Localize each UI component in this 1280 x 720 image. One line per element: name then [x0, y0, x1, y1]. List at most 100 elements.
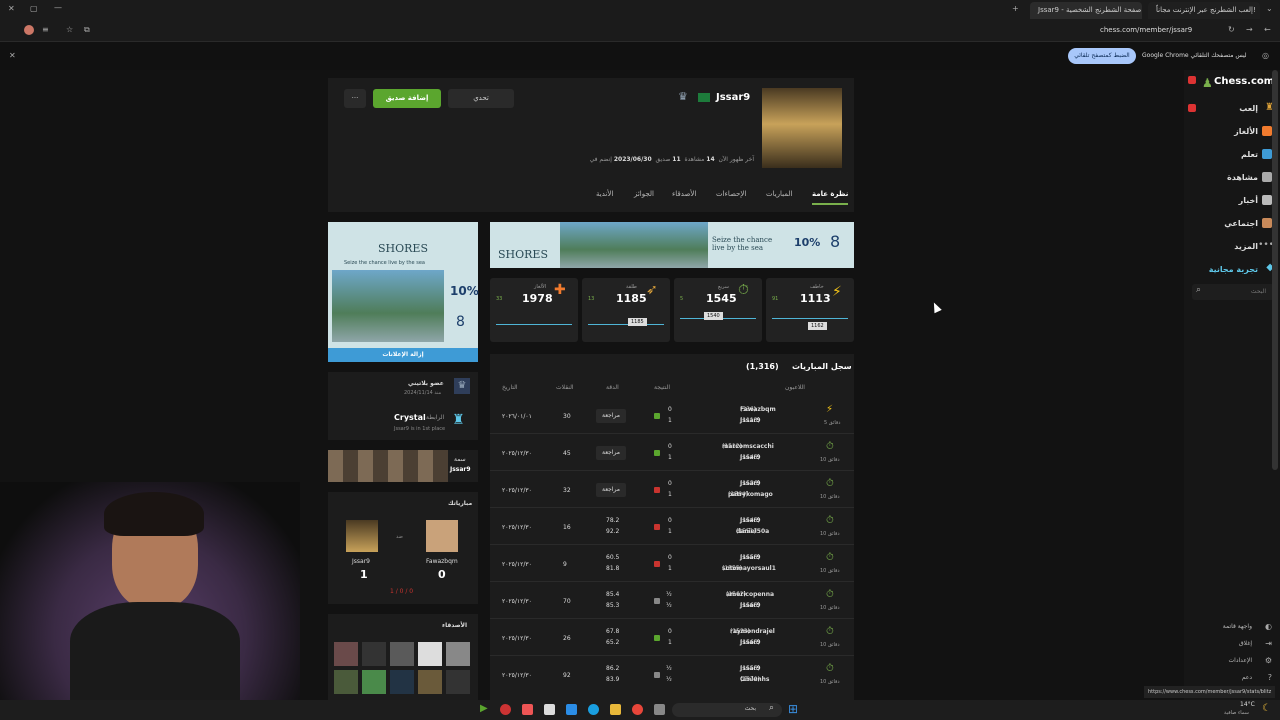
sidebar-item-more[interactable]: المزيد — [1234, 242, 1258, 251]
collapse-button[interactable]: إغلاق — [1239, 640, 1252, 647]
profile-avatar-icon[interactable] — [24, 25, 34, 35]
tab-overview[interactable]: نظرة عامة — [812, 190, 849, 205]
chess-logo[interactable]: Chess.com — [1214, 76, 1274, 87]
app-icon[interactable] — [500, 704, 511, 715]
table-row[interactable]: ⏱ 10 دقائق (1555) Jssar9 (1570) Ginlenhs… — [490, 657, 854, 693]
restore-icon[interactable]: ▢ — [30, 4, 38, 13]
review-button[interactable]: مراجعة — [596, 446, 626, 460]
add-friend-button[interactable]: إضافة صديق — [373, 89, 441, 108]
sidebar-item-puzzles[interactable]: الألغاز — [1234, 127, 1258, 136]
brave-icon[interactable] — [522, 704, 533, 715]
table-row[interactable]: ⏱ 10 دقائق (1555) Jssar9 (1555) sotomayo… — [490, 546, 854, 582]
sidebar-item-social[interactable]: اجتماعي — [1224, 219, 1258, 228]
banner-ad-pct: 10% — [794, 236, 821, 249]
friend-avatar[interactable] — [390, 642, 414, 666]
player-name: Jssar9 — [352, 558, 370, 565]
rating-card-rapid[interactable]: سريع 1545 5 ⏱ 1540 — [674, 278, 762, 342]
table-row[interactable]: ⏱ 10 دقائق (1536) Jssar9 (1564) patrykom… — [490, 472, 854, 508]
opponent-avatar — [426, 520, 458, 552]
sidebar-search[interactable]: ⌕ البحث — [1192, 284, 1274, 300]
table-row[interactable]: ⏱ 10 دقائق (1523) raymondrajel (1565) Js… — [490, 620, 854, 656]
tab-profile[interactable]: Jssar9 - صفحة الشطرنج الشخصية — [1030, 2, 1142, 19]
friend-avatar[interactable] — [446, 642, 470, 666]
sidebar-item-learn[interactable]: تعلم — [1241, 150, 1258, 159]
theme-panel[interactable]: سمة Jssar9 — [328, 450, 478, 482]
collapse-icon: ⇥ — [1265, 639, 1272, 648]
friend-avatar[interactable] — [334, 642, 358, 666]
rating-card-bullet[interactable]: طلقة 1185 13 ➶ 1185 — [582, 278, 670, 342]
tab-search-icon[interactable]: ⌄ — [1266, 4, 1273, 13]
settings-link[interactable]: الإعدادات — [1229, 657, 1252, 664]
your-match-panel[interactable]: مبارياتك ضد Jssar9 Fawazbqm 1 0 1 / 0 / … — [328, 492, 478, 604]
sidebar-item-watch[interactable]: مشاهدة — [1227, 173, 1258, 182]
app-icon[interactable] — [654, 704, 665, 715]
friend-avatar[interactable] — [418, 642, 442, 666]
windows-start-icon[interactable]: ⊞ — [788, 702, 798, 716]
table-row[interactable]: ⏱ 10 دقائق (1562) americopenna (1565) Js… — [490, 583, 854, 619]
tab-games[interactable]: المباريات — [766, 190, 792, 198]
reload-icon[interactable]: ↻ — [1228, 25, 1235, 34]
player-avatar — [346, 520, 378, 552]
gear-icon: ⚙ — [1264, 656, 1272, 665]
share-icon[interactable]: ⧉ — [84, 25, 90, 35]
last-seen: آخر ظهور الآن — [718, 156, 754, 163]
infobar-close-icon[interactable]: ✕ — [9, 51, 16, 60]
app-icon[interactable] — [566, 704, 577, 715]
star-icon[interactable]: ☆ — [66, 25, 73, 34]
membership-league-panel: ♛ عضو بلاتيني منذ 2024/11/14 ♜ الرابطة C… — [328, 372, 478, 440]
extension-icon[interactable]: ≡ — [42, 25, 49, 34]
friend-avatar[interactable] — [334, 670, 358, 694]
tab-friends[interactable]: الأصدقاء — [672, 190, 696, 198]
rating-card-blitz[interactable]: خاطف 1113 91 ⚡ 1162 — [766, 278, 854, 342]
chrome-icon[interactable] — [632, 704, 643, 715]
score-2: 1 — [668, 639, 672, 646]
back-icon[interactable]: ← — [1264, 25, 1271, 34]
rating-blitz-chip: 1162 — [808, 322, 827, 330]
minimize-icon[interactable]: — — [54, 3, 62, 12]
player-2: (1564) patrykomago — [728, 491, 773, 498]
dark-mode-toggle[interactable]: واجهة قاتمة — [1223, 623, 1252, 630]
side-ad[interactable]: SHORES Seize the chance live by the sea … — [328, 222, 479, 362]
sidebar-item-news[interactable]: أخبار — [1239, 196, 1258, 205]
friend-avatar[interactable] — [390, 670, 414, 694]
date: ٢٠٢٥/١٢/٣٠ — [502, 450, 532, 457]
tab-play[interactable]: إلعب الشطرنج عبر الإنترنت مجاناً! — [1148, 2, 1260, 19]
more-options-button[interactable]: ··· — [344, 89, 366, 108]
sidebar-item-play[interactable]: إلعب — [1239, 104, 1258, 113]
player-2: (1113) Jssar9 — [740, 417, 761, 424]
edge-icon[interactable] — [588, 704, 599, 715]
friend-avatar[interactable] — [446, 670, 470, 694]
calendar-icon[interactable] — [544, 704, 555, 715]
tab-clubs[interactable]: الأندية — [596, 190, 613, 198]
sidebar-item-free-trial[interactable]: تجربة مجانية — [1209, 265, 1258, 274]
close-window-icon[interactable]: ✕ — [8, 4, 15, 13]
date: ٢٠٢٥/١٢/٣٠ — [502, 672, 532, 679]
league-name[interactable]: Crystal — [394, 413, 426, 422]
tab-stats[interactable]: الإحصاءات — [716, 190, 746, 198]
scrollbar[interactable] — [1272, 70, 1278, 470]
taskbar-search[interactable]: بحث ⌕ — [672, 703, 782, 717]
table-row[interactable]: ⏱ 10 دقائق (1512) marcomscacchi (1545) J… — [490, 435, 854, 471]
table-row[interactable]: ⏱ 10 دقائق (1545) Jssar9 (1551) daniel50… — [490, 509, 854, 545]
review-button[interactable]: مراجعة — [596, 483, 626, 497]
friend-avatar[interactable] — [362, 642, 386, 666]
forward-icon[interactable]: → — [1246, 25, 1253, 34]
score-2: ½ — [666, 676, 672, 683]
vs-label: ضد — [396, 534, 403, 540]
friend-avatar[interactable] — [418, 670, 442, 694]
tab-awards[interactable]: الجوائز — [634, 190, 654, 198]
play-app-icon[interactable]: ▶ — [480, 703, 488, 714]
remove-ads-button[interactable]: إزالة الإعلانات — [328, 348, 478, 362]
support-link[interactable]: دعم — [1242, 674, 1252, 681]
challenge-button[interactable]: تحدي — [448, 89, 514, 108]
banner-ad[interactable]: SHORES Seize the chance live by the sea … — [490, 222, 854, 268]
set-default-button[interactable]: الضبط كمتصفح تلقائي — [1068, 48, 1136, 64]
friend-avatar[interactable] — [362, 670, 386, 694]
review-button[interactable]: مراجعة — [596, 409, 626, 423]
time-control: 10 دقائق — [820, 457, 840, 463]
folder-icon[interactable] — [610, 704, 621, 715]
url-text[interactable]: chess.com/member/jssar9 — [1100, 26, 1192, 34]
table-row[interactable]: ⚡ 5 دقائق (336) Fawazbqm (1113) Jssar9 0… — [490, 398, 854, 434]
rating-card-puzzles[interactable]: الألغاز 1978 33 ✚ — [490, 278, 578, 342]
new-tab-icon[interactable]: + — [1012, 4, 1019, 13]
